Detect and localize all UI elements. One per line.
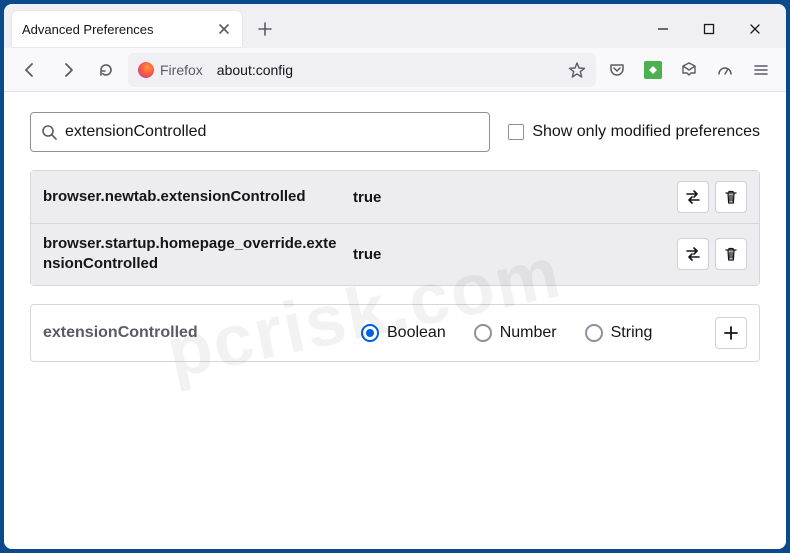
extension-icon[interactable]: [638, 55, 668, 85]
radio-string[interactable]: String: [585, 324, 653, 342]
search-icon: [41, 124, 57, 140]
browser-window: Advanced Preferences Firefox about:confi…: [4, 4, 786, 549]
pref-row[interactable]: browser.newtab.extensionControlled true: [31, 171, 759, 223]
pref-actions: [677, 238, 747, 270]
radio-number-label: Number: [500, 324, 557, 342]
pocket-icon[interactable]: [602, 55, 632, 85]
about-config-content: pcrisk.com Show only modified preference…: [4, 92, 786, 549]
toggle-button[interactable]: [677, 181, 709, 213]
pref-actions: [677, 181, 747, 213]
bookmark-star-icon[interactable]: [568, 61, 586, 79]
pref-row[interactable]: browser.startup.homepage_override.extens…: [31, 223, 759, 285]
pref-name: browser.newtab.extensionControlled: [43, 187, 343, 207]
back-button[interactable]: [14, 54, 46, 86]
url-bar[interactable]: Firefox about:config: [128, 53, 596, 87]
inbox-icon[interactable]: [674, 55, 704, 85]
window-controls: [640, 12, 778, 46]
maximize-button[interactable]: [686, 12, 732, 46]
active-tab[interactable]: Advanced Preferences: [12, 11, 242, 47]
search-row: Show only modified preferences: [30, 112, 760, 152]
titlebar: Advanced Preferences: [4, 4, 786, 48]
delete-button[interactable]: [715, 181, 747, 213]
radio-number[interactable]: Number: [474, 324, 557, 342]
new-pref-row: extensionControlled Boolean Number Strin…: [30, 304, 760, 362]
reload-button[interactable]: [90, 54, 122, 86]
identity-box[interactable]: Firefox: [138, 62, 209, 78]
radio-icon: [585, 324, 603, 342]
tab-title: Advanced Preferences: [22, 22, 208, 37]
dashboard-icon[interactable]: [710, 55, 740, 85]
type-radio-group: Boolean Number String: [361, 324, 697, 342]
new-tab-button[interactable]: [252, 16, 278, 42]
nav-toolbar: Firefox about:config: [4, 48, 786, 92]
search-box[interactable]: [30, 112, 490, 152]
radio-string-label: String: [611, 324, 653, 342]
pref-name: browser.startup.homepage_override.extens…: [43, 234, 343, 275]
pref-value: true: [353, 189, 667, 206]
app-menu-button[interactable]: [746, 55, 776, 85]
close-tab-button[interactable]: [216, 21, 232, 37]
show-modified-checkbox[interactable]: Show only modified preferences: [508, 123, 760, 141]
new-pref-name: extensionControlled: [43, 324, 343, 342]
prefs-table: browser.newtab.extensionControlled true …: [30, 170, 760, 286]
add-button[interactable]: [715, 317, 747, 349]
show-modified-label: Show only modified preferences: [532, 123, 760, 141]
url-text: about:config: [217, 62, 560, 78]
radio-boolean[interactable]: Boolean: [361, 324, 446, 342]
search-input[interactable]: [65, 123, 479, 141]
radio-boolean-label: Boolean: [387, 324, 446, 342]
checkbox-icon: [508, 124, 524, 140]
minimize-button[interactable]: [640, 12, 686, 46]
toggle-button[interactable]: [677, 238, 709, 270]
close-window-button[interactable]: [732, 12, 778, 46]
delete-button[interactable]: [715, 238, 747, 270]
firefox-icon: [138, 62, 154, 78]
radio-icon: [361, 324, 379, 342]
radio-icon: [474, 324, 492, 342]
identity-label: Firefox: [160, 62, 203, 78]
forward-button[interactable]: [52, 54, 84, 86]
pref-value: true: [353, 246, 667, 263]
